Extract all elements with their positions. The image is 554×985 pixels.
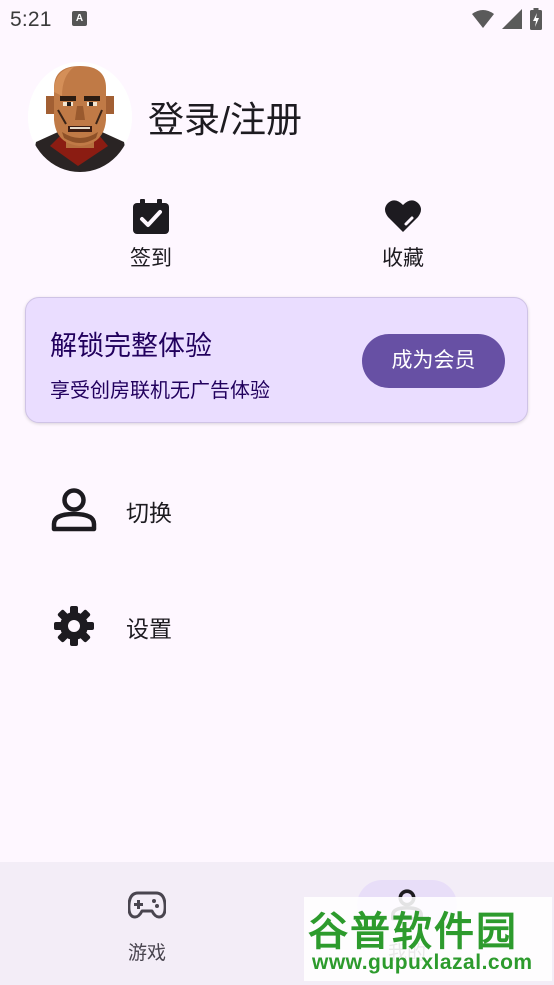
membership-title: 解锁完整体验 xyxy=(50,331,212,361)
login-register-link[interactable]: 登录/注册 xyxy=(148,91,302,143)
status-time: 5:21 xyxy=(10,8,52,31)
checkin-label: 签到 xyxy=(130,247,172,270)
checkin-button[interactable]: 签到 xyxy=(71,196,231,272)
wifi-icon xyxy=(472,10,494,28)
favorites-button[interactable]: 收藏 xyxy=(323,196,483,272)
person-icon xyxy=(51,488,97,532)
avatar[interactable] xyxy=(28,62,132,172)
avatar-icon xyxy=(28,62,132,172)
gear-icon xyxy=(54,606,94,646)
menu-label-settings: 设置 xyxy=(126,616,172,642)
become-member-button[interactable]: 成为会员 xyxy=(362,334,505,388)
menu-item-switch[interactable]: 切换 xyxy=(0,470,554,546)
signal-icon xyxy=(502,9,522,29)
notification-icon: A xyxy=(72,11,87,26)
heart-icon xyxy=(385,200,421,232)
watermark: 谷普软件园 www.gupuxlazal.com xyxy=(304,897,552,981)
profile-header[interactable]: 登录/注册 xyxy=(28,62,302,172)
nav-tab-games[interactable]: 游戏 xyxy=(67,880,227,965)
status-bar: 5:21 A xyxy=(0,0,554,38)
membership-subtitle: 享受创房联机无广告体验 xyxy=(50,380,270,402)
nav-pill-games xyxy=(97,880,197,930)
status-icons xyxy=(472,8,542,30)
menu-label-switch: 切换 xyxy=(126,500,172,526)
quick-actions: 签到 收藏 xyxy=(0,196,554,276)
watermark-title: 谷普软件园 xyxy=(308,910,518,954)
battery-icon xyxy=(530,8,542,30)
watermark-url: www.gupuxlazal.com xyxy=(312,951,533,974)
menu-item-settings[interactable]: 设置 xyxy=(0,586,554,662)
gamepad-icon xyxy=(128,891,166,919)
calendar-check-icon xyxy=(133,199,169,234)
membership-card: 解锁完整体验 享受创房联机无广告体验 成为会员 xyxy=(25,297,528,423)
favorites-label: 收藏 xyxy=(382,247,424,270)
nav-label-games: 游戏 xyxy=(127,943,166,964)
